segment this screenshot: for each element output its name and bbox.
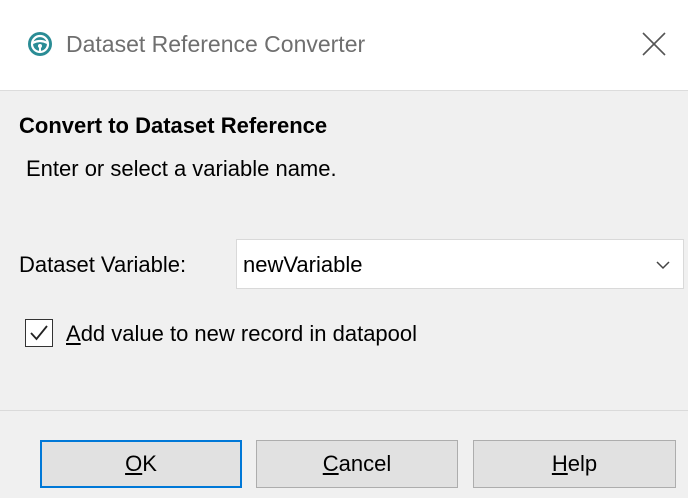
help-label-rest: elp [567, 451, 598, 476]
cancel-label-rest: ancel [338, 451, 392, 476]
ok-button[interactable]: OK [40, 440, 242, 488]
dataset-variable-combobox[interactable]: newVariable [236, 239, 684, 289]
steering-wheel-icon [27, 31, 53, 57]
help-button[interactable]: Help [473, 440, 676, 488]
close-icon[interactable] [640, 30, 668, 58]
chevron-down-icon[interactable] [655, 257, 671, 273]
cancel-mnemonic: C [322, 451, 339, 476]
dialog-heading: Convert to Dataset Reference [19, 113, 328, 138]
label-rest: dd value to new record in datapool [80, 321, 418, 346]
mnemonic-a: A [66, 321, 81, 346]
footer-divider [0, 410, 688, 411]
dataset-variable-value[interactable]: newVariable [243, 249, 362, 281]
ok-label-rest: K [142, 451, 157, 476]
dataset-variable-label: Dataset Variable: [19, 252, 187, 277]
help-mnemonic: H [551, 451, 568, 476]
title-divider [0, 90, 688, 91]
add-to-datapool-checkbox[interactable] [25, 319, 53, 347]
instruction-text: Enter or select a variable name. [26, 156, 337, 181]
cancel-button[interactable]: Cancel [256, 440, 458, 488]
window-title: Dataset Reference Converter [66, 31, 366, 57]
ok-mnemonic: O [125, 451, 143, 476]
title-bar: Dataset Reference Converter [0, 0, 688, 90]
checkmark-icon [30, 325, 48, 341]
add-to-datapool-label[interactable]: Add value to new record in datapool [66, 318, 417, 350]
